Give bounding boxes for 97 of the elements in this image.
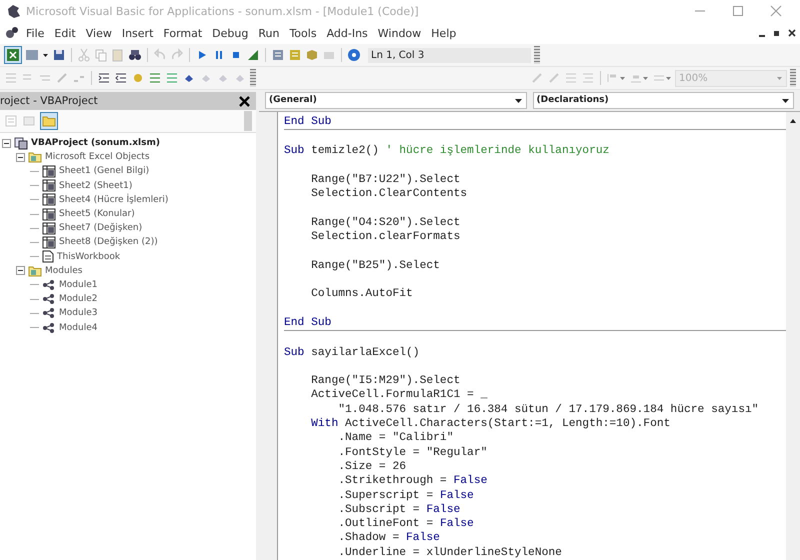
code-line: .Superscript = False: [337, 488, 475, 503]
pencil-icon[interactable]: [55, 71, 69, 85]
code-line: Range("I5:M29").Select: [310, 374, 462, 388]
object-dropdown[interactable]: (General): [265, 92, 526, 109]
menu-item[interactable]: Help: [427, 26, 460, 40]
module-icon: [42, 278, 56, 291]
properties-icon[interactable]: [288, 48, 302, 62]
tree-item[interactable]: ThisWorkbook: [57, 252, 120, 262]
code-line: .Size = 26: [337, 460, 408, 474]
worksheet-icon: [42, 208, 56, 221]
outdent-icon[interactable]: [114, 71, 128, 85]
window-title: Microsoft Visual Basic for Applications - sonum.xlsm - [Module1 (Code)]: [26, 4, 419, 18]
excel-button[interactable]: [4, 46, 22, 64]
tree-item[interactable]: Module4: [59, 322, 98, 333]
code-line: Selection.ClearContents: [310, 187, 468, 202]
tree-item[interactable]: Module2: [59, 294, 98, 304]
menu-item[interactable]: Window: [374, 26, 426, 40]
procedure-dropdown[interactable]: (Declarations): [532, 92, 794, 109]
worksheet-icon: [42, 193, 56, 206]
code-line: End Sub: [284, 316, 332, 330]
code-line: .Strikethrough = False: [337, 474, 488, 489]
tree-item[interactable]: Microsoft Excel Objects: [45, 152, 150, 162]
collapse-toggle[interactable]: [2, 138, 11, 148]
worksheet-icon: [42, 222, 56, 235]
align-dropdown-icon[interactable]: [606, 71, 626, 85]
code-line: .Shadow = False: [337, 531, 441, 546]
cursor-position: Ln 1, Col 3: [368, 48, 531, 62]
code-line: End Sub: [284, 114, 332, 130]
project-icon: [14, 136, 28, 150]
binoculars-icon[interactable]: [128, 48, 142, 62]
scrollbar[interactable]: [244, 111, 252, 131]
copy-icon[interactable]: [94, 48, 108, 62]
code-line: Range("B7:U22").Select: [310, 172, 462, 188]
toolbar-grip[interactable]: [534, 46, 540, 64]
tree-item[interactable]: Module1: [59, 280, 98, 290]
tree-item[interactable]: Sheet7 (Değişken): [59, 223, 142, 234]
worksheet-icon: [42, 164, 56, 178]
code-line: Columns.AutoFit: [310, 287, 414, 302]
comment-block-icon[interactable]: [148, 71, 162, 85]
tree-item[interactable]: VBAProject (sonum.xlsm): [31, 138, 160, 148]
tree-item[interactable]: Sheet1 (Genel Bilgi): [59, 166, 150, 176]
indent-icon[interactable]: [97, 71, 111, 85]
toggle-folders-button[interactable]: [40, 112, 58, 130]
code-line: .Subscript = False: [337, 502, 462, 518]
worksheet-icon: [42, 236, 56, 249]
worksheet-icon: [42, 179, 56, 192]
code-line: Sub temizle2() ' hücre işlemlerinde kullanıyoruz: [284, 144, 610, 159]
tree-item[interactable]: Module3: [59, 308, 98, 318]
menu-item[interactable]: Run: [254, 26, 284, 40]
code-line: .FontStyle = "Regular": [337, 446, 488, 460]
code-line: .OutlineFont = False: [337, 517, 475, 532]
code-line: Range("B25").Select: [310, 258, 441, 274]
code-line: Range("O4:S20").Select: [310, 216, 462, 230]
menu-item[interactable]: View: [82, 26, 116, 40]
code-line: "1.048.576 satır / 16.384 sütun / 17.179.869.184 hücre sayısı": [337, 402, 760, 418]
folder-icon: [28, 151, 42, 164]
module-icon: [42, 293, 56, 306]
menu-item[interactable]: Add-Ins: [322, 26, 372, 40]
folder-icon: [28, 264, 42, 277]
menu-item[interactable]: Insert: [118, 26, 158, 40]
tree-item[interactable]: Sheet5 (Konular): [59, 209, 135, 220]
code-line: With ActiveCell.Characters(Start:=1, Length:=10).Font: [310, 417, 672, 432]
toolbar-grip[interactable]: [790, 69, 796, 87]
code-line: .Name = "Calibri": [337, 431, 454, 446]
app-icon: [6, 3, 22, 19]
tree-item[interactable]: Sheet2 (Sheet1): [59, 180, 132, 191]
list-icon[interactable]: [4, 71, 18, 85]
save-icon[interactable]: [52, 48, 66, 62]
scrollbar[interactable]: [786, 112, 800, 560]
workbook-icon: [42, 250, 54, 264]
code-line: Sub sayilarlaExcel(): [284, 346, 421, 360]
module-icon: [42, 322, 56, 334]
restore-icon[interactable]: [773, 29, 781, 37]
menu-item[interactable]: Debug: [208, 26, 252, 40]
menu-item[interactable]: Tools: [285, 26, 321, 40]
tree-item[interactable]: Sheet4 (Hücre İşlemleri): [59, 194, 168, 205]
menu-item[interactable]: File: [22, 26, 48, 40]
close-icon[interactable]: [239, 96, 250, 106]
uncomment-block-icon[interactable]: [165, 71, 179, 85]
maximize-icon[interactable]: [732, 5, 744, 17]
menu-item[interactable]: Format: [159, 26, 206, 40]
code-line: .Underline = xlUnderlineStyleNone: [337, 546, 563, 560]
module-icon: [42, 307, 56, 320]
project-explorer-icon[interactable]: [271, 48, 285, 62]
close-icon[interactable]: [788, 29, 796, 37]
cut-icon[interactable]: [77, 48, 91, 62]
pane-title: roject - VBAProject: [0, 95, 98, 107]
menu-item[interactable]: Edit: [50, 26, 80, 40]
code-line: ActiveCell.FormulaR1C1 = _: [310, 388, 488, 403]
tree-item[interactable]: Modules: [45, 266, 82, 276]
code-line: Selection.clearFormats: [310, 230, 462, 244]
collapse-toggle[interactable]: [16, 152, 25, 162]
help-icon[interactable]: [347, 48, 361, 62]
toolbar-grip[interactable]: [250, 69, 256, 87]
collapse-toggle[interactable]: [16, 266, 25, 276]
tree-item[interactable]: Sheet8 (Değişken (2)): [59, 237, 158, 248]
object-browser-icon[interactable]: [305, 48, 319, 62]
